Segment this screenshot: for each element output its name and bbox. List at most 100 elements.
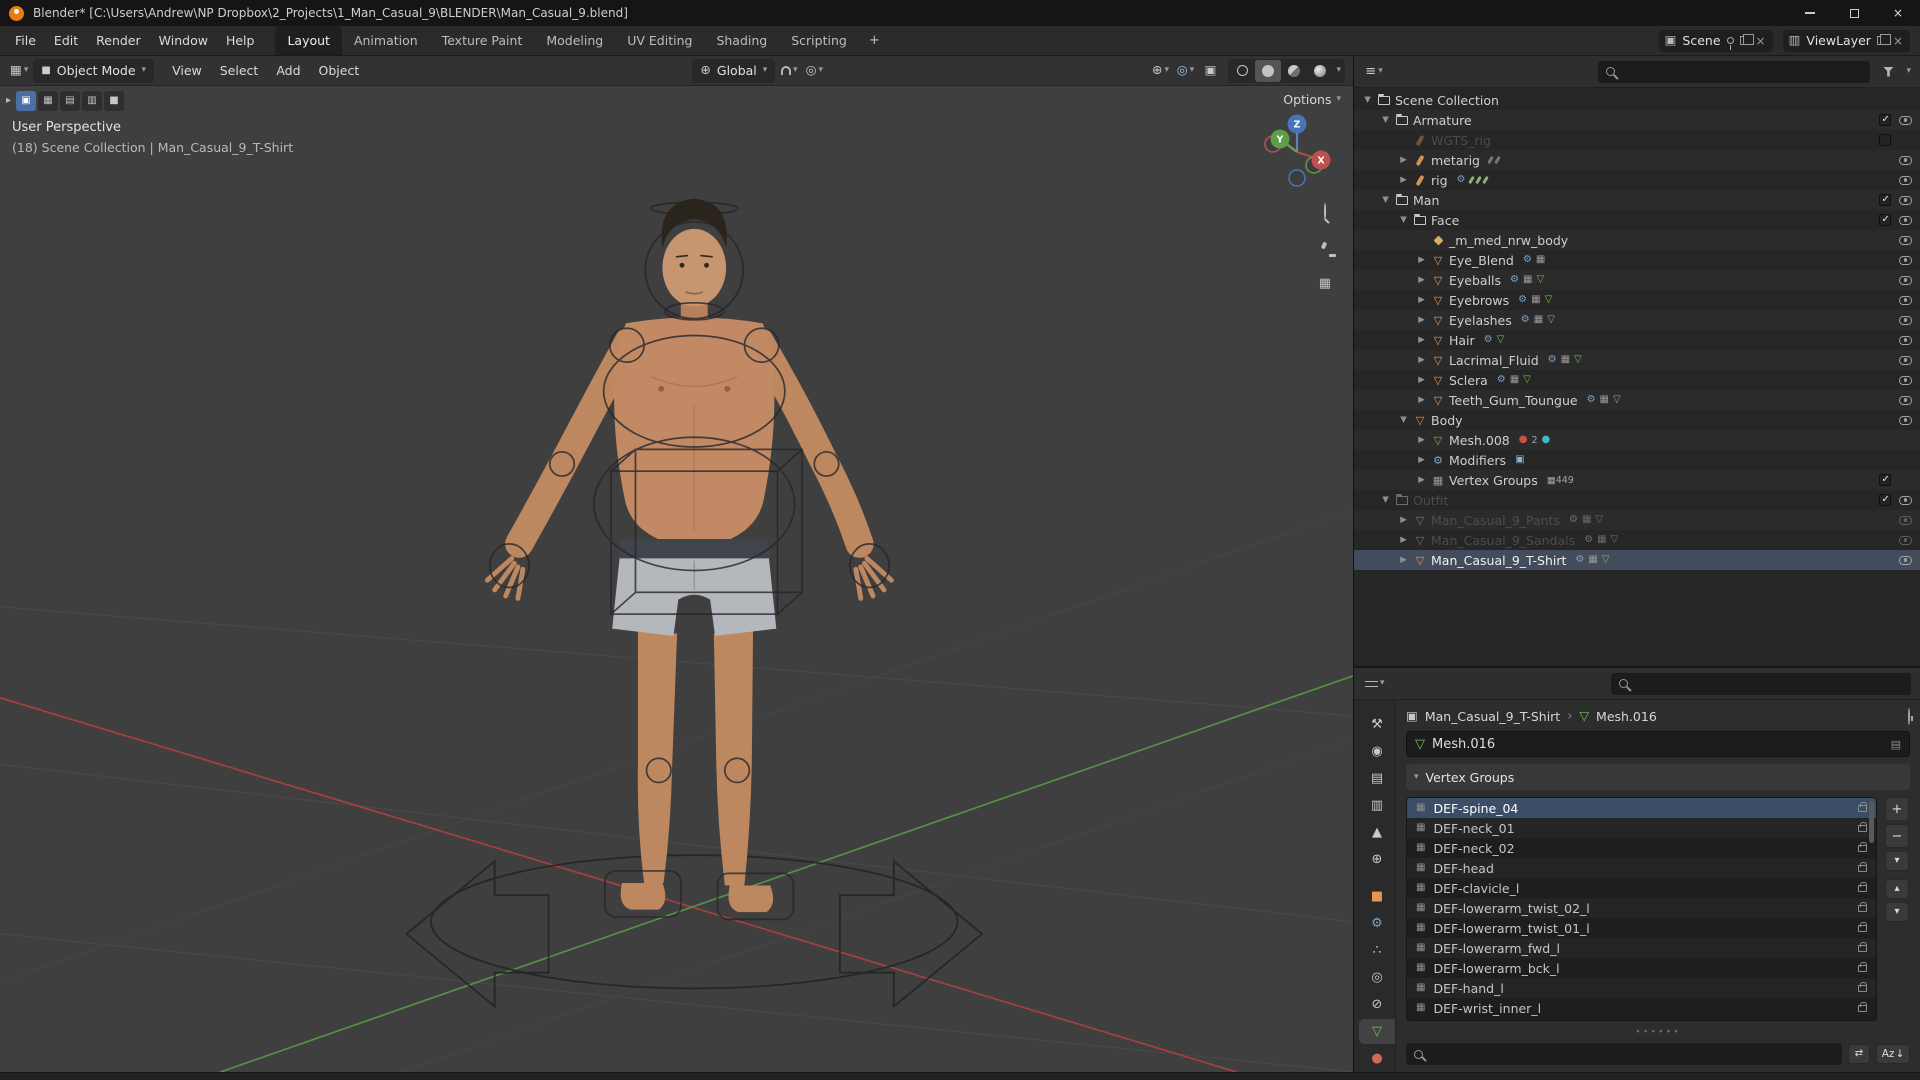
properties-tab-view-layer[interactable]: ▥ <box>1359 793 1395 818</box>
outliner-filter-button[interactable] <box>1877 60 1899 84</box>
select-mode-subtract-button[interactable]: ▤ <box>60 91 80 111</box>
outliner-row-rig[interactable]: ▶ rig ⚙ <box>1354 170 1920 190</box>
properties-tab-constraints[interactable]: ⊘ <box>1359 992 1395 1017</box>
outliner-row-face[interactable]: ▼ Face <box>1354 210 1920 230</box>
hide-eye-icon[interactable] <box>1899 176 1912 185</box>
expand-caret-icon[interactable]: ▶ <box>1414 355 1429 365</box>
lock-icon[interactable] <box>1858 825 1867 832</box>
mesh-name-input[interactable] <box>1432 737 1884 752</box>
hide-eye-icon[interactable] <box>1899 416 1912 425</box>
hide-eye-icon[interactable] <box>1899 256 1912 265</box>
expand-caret-icon[interactable]: ▶ <box>1414 295 1429 305</box>
workspace-tab-scripting[interactable]: Scripting <box>779 26 859 55</box>
properties-tab-data[interactable]: ▽ <box>1359 1019 1395 1044</box>
outliner-row-man-casual-9-pants[interactable]: ▶▽ Man_Casual_9_Pants ⚙▦▽ <box>1354 510 1920 530</box>
properties-tab-object[interactable]: ■ <box>1359 884 1395 909</box>
pin-id-button[interactable] <box>1908 709 1910 724</box>
outliner-row-modifiers[interactable]: ▶⚙ Modifiers ▣ <box>1354 450 1920 470</box>
outliner-row-metarig[interactable]: ▶ metarig <box>1354 150 1920 170</box>
hide-eye-icon[interactable] <box>1899 496 1912 505</box>
properties-tab-scene[interactable]: ▲ <box>1359 820 1395 845</box>
hide-eye-icon[interactable] <box>1899 556 1912 565</box>
hide-eye-icon[interactable] <box>1899 336 1912 345</box>
hide-eye-icon[interactable] <box>1899 296 1912 305</box>
collection-checkbox[interactable] <box>1879 194 1891 206</box>
outliner-row-man[interactable]: ▼ Man <box>1354 190 1920 210</box>
3d-viewport[interactable]: ▸ ▣ ▦ ▤ ▥ ■ Options ▾ User Perspective (… <box>0 86 1353 1072</box>
proportional-editing-toggle[interactable]: ◎▾ <box>803 59 825 83</box>
collection-checkbox[interactable] <box>1879 114 1891 126</box>
expand-caret-icon[interactable]: ▶ <box>1414 435 1429 445</box>
lock-icon[interactable] <box>1858 885 1867 892</box>
outliner-row-teeth-gum-toungue[interactable]: ▶▽ Teeth_Gum_Toungue ⚙▦▽ <box>1354 390 1920 410</box>
hide-eye-icon[interactable] <box>1899 196 1912 205</box>
vertex-group-row-def-wrist-inner-l[interactable]: ▦ DEF-wrist_inner_l <box>1407 998 1876 1018</box>
outliner-editor-type-button[interactable]: ≡ ▾ <box>1363 60 1385 84</box>
breadcrumb-object[interactable]: Man_Casual_9_T-Shirt <box>1425 709 1560 724</box>
expand-caret-icon[interactable]: ▶ <box>1414 335 1429 345</box>
menu-help[interactable]: Help <box>217 30 264 52</box>
list-scrollbar[interactable] <box>1869 801 1874 843</box>
add-workspace-button[interactable]: + <box>859 26 890 55</box>
remove-view-layer-icon[interactable]: × <box>1892 35 1904 47</box>
expand-caret-icon[interactable]: ▶ <box>1414 395 1429 405</box>
lock-icon[interactable] <box>1858 925 1867 932</box>
expand-caret-icon[interactable]: ▶ <box>1396 535 1411 545</box>
collapse-caret-icon[interactable]: ▼ <box>1396 415 1411 425</box>
menu-window[interactable]: Window <box>150 30 217 52</box>
hide-eye-icon[interactable] <box>1899 536 1912 545</box>
vertex-group-row-def-clavicle-l[interactable]: ▦ DEF-clavicle_l <box>1407 878 1876 898</box>
collapse-caret-icon[interactable]: ▼ <box>1378 495 1393 505</box>
outliner-row-eyebrows[interactable]: ▶▽ Eyebrows ⚙▦▽ <box>1354 290 1920 310</box>
vertex-group-row-def-lowerarm-bck-l[interactable]: ▦ DEF-lowerarm_bck_l <box>1407 958 1876 978</box>
vertex-groups-panel-header[interactable]: ▾ Vertex Groups <box>1406 764 1910 790</box>
properties-editor-type-button[interactable]: ▾ <box>1363 672 1387 696</box>
select-mode-invert-button[interactable]: ▥ <box>82 91 102 111</box>
properties-tab-material[interactable]: ● <box>1359 1046 1395 1071</box>
lock-icon[interactable] <box>1858 865 1867 872</box>
hide-eye-icon[interactable] <box>1899 396 1912 405</box>
workspace-tab-layout[interactable]: Layout <box>275 26 342 55</box>
lock-icon[interactable] <box>1858 905 1867 912</box>
expand-caret-icon[interactable]: ▶ <box>1414 475 1429 485</box>
workspace-tab-modeling[interactable]: Modeling <box>534 26 615 55</box>
add-vertex-group-button[interactable]: + <box>1885 797 1909 821</box>
lock-icon[interactable] <box>1858 945 1867 952</box>
vertex-group-specials-button[interactable]: ▾ <box>1885 851 1909 871</box>
outliner-row-vertex-groups[interactable]: ▶▦ Vertex Groups ▦449 <box>1354 470 1920 490</box>
workspace-tab-animation[interactable]: Animation <box>342 26 430 55</box>
vertex-group-row-def-lowerarm-twist-02-l[interactable]: ▦ DEF-lowerarm_twist_02_l <box>1407 898 1876 918</box>
vertex-group-filter-search[interactable] <box>1406 1043 1842 1065</box>
expand-caret-icon[interactable]: ▶ <box>1396 515 1411 525</box>
outliner-row-eye-blend[interactable]: ▶▽ Eye_Blend ⚙▦ <box>1354 250 1920 270</box>
collection-checkbox[interactable] <box>1879 214 1891 226</box>
select-mode-set-button[interactable]: ▣ <box>16 91 36 111</box>
outliner-row-m-med-nrw-body[interactable]: _m_med_nrw_body <box>1354 230 1920 250</box>
show-gizmo-toggle[interactable]: ⊕▾ <box>1149 59 1171 83</box>
transform-orientation-selector[interactable]: ⊕ Global ▾ <box>692 59 775 83</box>
collapse-caret-icon[interactable]: ▼ <box>1378 195 1393 205</box>
collection-checkbox[interactable] <box>1879 474 1891 486</box>
xray-toggle[interactable]: ▣ <box>1199 59 1221 83</box>
collapse-caret-icon[interactable]: ▼ <box>1378 115 1393 125</box>
breadcrumb-data[interactable]: Mesh.016 <box>1596 709 1657 724</box>
hide-eye-icon[interactable] <box>1899 316 1912 325</box>
vertex-group-filter-input[interactable] <box>1430 1047 1834 1062</box>
datablock-name-field[interactable]: ▽ ▤ <box>1406 731 1910 757</box>
shading-solid-button[interactable] <box>1255 60 1281 82</box>
viewport-menu-object[interactable]: Object <box>310 59 369 83</box>
unlink-scene-icon[interactable]: × <box>1755 35 1767 47</box>
outliner-row-body[interactable]: ▼▽ Body <box>1354 410 1920 430</box>
expand-caret-icon[interactable]: ▶ <box>1414 455 1429 465</box>
new-scene-icon[interactable] <box>1740 36 1749 45</box>
invert-filter-button[interactable]: ⇄ <box>1848 1044 1870 1064</box>
properties-search-input[interactable] <box>1635 676 1903 691</box>
hide-eye-icon[interactable] <box>1899 376 1912 385</box>
properties-tab-render[interactable]: ◉ <box>1359 739 1395 764</box>
move-group-up-button[interactable]: ▴ <box>1885 879 1909 899</box>
scene-selector[interactable]: ▣ Scene × <box>1659 30 1773 52</box>
chevron-down-icon[interactable]: ▾ <box>1906 67 1911 76</box>
hide-eye-icon[interactable] <box>1899 356 1912 365</box>
new-view-layer-icon[interactable] <box>1877 36 1886 45</box>
outliner-row-wgts-rig[interactable]: WGTS_rig <box>1354 130 1920 150</box>
